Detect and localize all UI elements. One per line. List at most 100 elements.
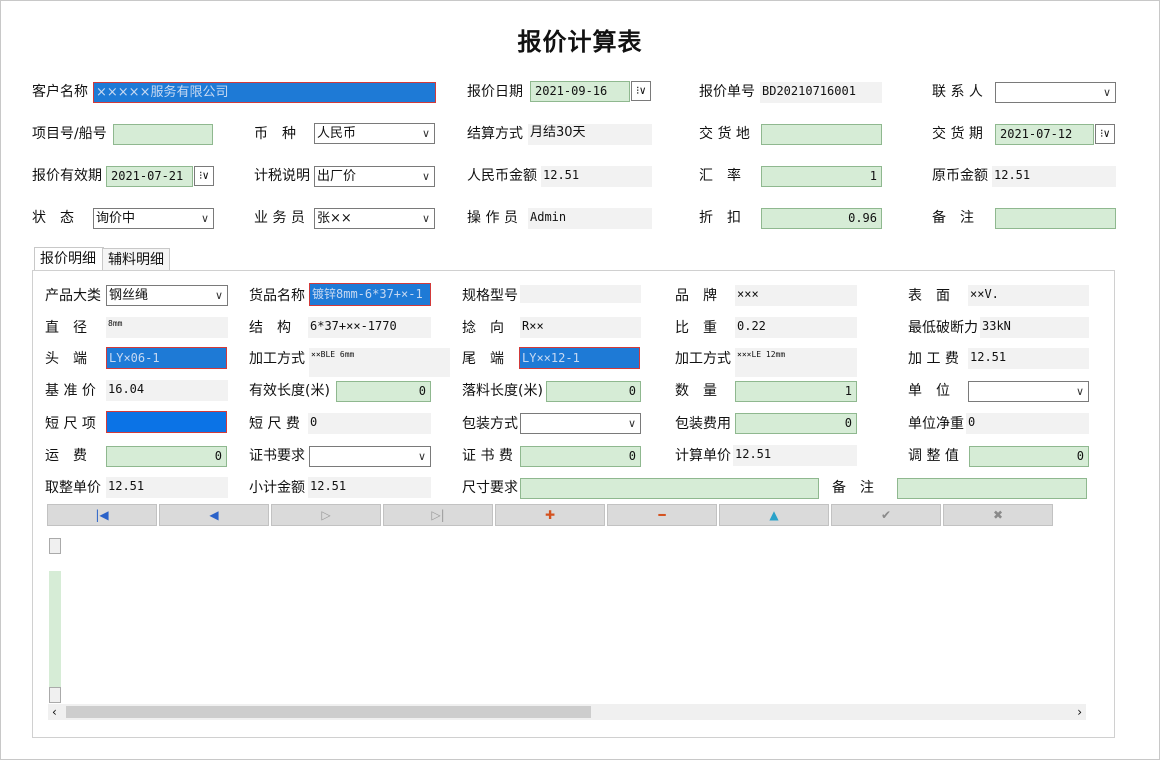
nav-last-button[interactable]: ▷| <box>383 504 493 526</box>
contact-select[interactable]: ∨ <box>995 82 1116 103</box>
rate-label: 汇 率 <box>699 168 741 184</box>
grid-row-indicator <box>49 571 61 687</box>
breaking-label: 最低破断力 <box>908 320 978 336</box>
nav-edit-button[interactable]: ▲ <box>719 504 829 526</box>
currency-label: 币 种 <box>254 126 296 142</box>
chevron-down-icon: ∨ <box>417 450 426 463</box>
surface-field: ××V. <box>968 285 1089 306</box>
subtotal-label: 小计金额 <box>249 480 305 496</box>
cut-len-input[interactable]: 0 <box>546 381 641 402</box>
date-dropdown-icon[interactable]: ⁝∨ <box>631 81 651 101</box>
short-fee-field: 0 <box>308 413 431 434</box>
cancel-x-icon: ✖ <box>992 508 1004 522</box>
project-input[interactable] <box>113 124 213 145</box>
sales-select[interactable]: 张×× ∨ <box>314 208 435 229</box>
size-req-input[interactable] <box>520 478 819 499</box>
date-dropdown-icon[interactable]: ⁝∨ <box>1095 124 1115 144</box>
status-label: 状 态 <box>32 210 74 226</box>
cert-req-label: 证书要求 <box>249 448 305 464</box>
tab-material-detail[interactable]: 辅料明细 <box>102 248 170 270</box>
customer-input[interactable]: ×××××服务有限公司 <box>93 82 436 103</box>
quote-date-label: 报价日期 <box>467 84 523 100</box>
short-item-input[interactable] <box>106 411 227 433</box>
scrollbar-thumb[interactable] <box>66 706 591 718</box>
chevron-down-icon: ∨ <box>421 212 430 225</box>
subtotal-field: 12.51 <box>308 477 431 498</box>
calc-price-label: 计算单价 <box>675 448 731 464</box>
status-select[interactable]: 询价中 ∨ <box>93 208 214 229</box>
plus-icon: ✚ <box>544 508 556 522</box>
head-input[interactable]: LY×06-1 <box>106 347 227 369</box>
goods-label: 货品名称 <box>249 288 305 304</box>
remark-label: 备 注 <box>932 210 974 226</box>
settle-label: 结算方式 <box>467 126 523 142</box>
nav-insert-button[interactable]: ✚ <box>495 504 605 526</box>
pack-fee-input[interactable]: 0 <box>735 413 857 434</box>
valid-date-input[interactable]: 2021-07-21 ⁝∨ <box>106 166 214 187</box>
nav-first-button[interactable]: |◀ <box>47 504 157 526</box>
nav-post-button[interactable]: ✔ <box>831 504 941 526</box>
delivery-date-input[interactable]: 2021-07-12 ⁝∨ <box>995 124 1115 145</box>
nav-cancel-button[interactable]: ✖ <box>943 504 1053 526</box>
orig-label: 原币金额 <box>932 168 988 184</box>
currency-select[interactable]: 人民币 ∨ <box>314 123 435 144</box>
last-record-icon: ▷| <box>431 508 445 522</box>
remark2-input[interactable] <box>897 478 1087 499</box>
delivery-place-input[interactable] <box>761 124 882 145</box>
next-record-icon: ▷ <box>321 508 331 522</box>
valid-date-value: 2021-07-21 <box>111 169 184 183</box>
spec-field <box>520 285 641 303</box>
process-fee-field: 12.51 <box>968 348 1089 369</box>
calc-price-field: 12.51 <box>733 445 857 466</box>
round-price-label: 取整单价 <box>45 480 101 496</box>
tab-quote-detail[interactable]: 报价明细 <box>34 247 104 271</box>
quote-date-input[interactable]: 2021-09-16 ⁝∨ <box>530 81 651 102</box>
brand-label: 品 牌 <box>675 288 717 304</box>
pack-select[interactable]: ∨ <box>520 413 641 434</box>
cert-fee-input[interactable]: 0 <box>520 446 641 467</box>
chevron-down-icon: ∨ <box>421 170 430 183</box>
cert-req-select[interactable]: ∨ <box>309 446 431 467</box>
tax-select[interactable]: 出厂价 ∨ <box>314 166 435 187</box>
rmb-label: 人民币金额 <box>467 168 537 184</box>
remark-input[interactable] <box>995 208 1116 229</box>
qty-input[interactable]: 1 <box>735 381 857 402</box>
check-icon: ✔ <box>880 508 892 522</box>
goods-input[interactable]: 镀锌8mm-6*37+×-1 <box>309 283 431 306</box>
valid-label: 报价有效期 <box>32 168 102 184</box>
weight-field: 0.22 <box>735 317 857 338</box>
category-select[interactable]: 钢丝绳 ∨ <box>106 285 228 306</box>
nav-prior-button[interactable]: ◀ <box>159 504 269 526</box>
process1-field: ××BLE 6mm <box>309 348 450 377</box>
cert-fee-label: 证 书 费 <box>462 448 513 464</box>
unit-select[interactable]: ∨ <box>968 381 1089 402</box>
settle-field: 月结30天 <box>528 124 652 145</box>
scroll-right-icon[interactable]: › <box>1077 704 1082 720</box>
delivery-date-value: 2021-07-12 <box>1000 127 1073 141</box>
quote-no-label: 报价单号 <box>699 84 755 100</box>
nav-delete-button[interactable]: ━ <box>607 504 717 526</box>
page-title: 报价计算表 <box>517 28 643 56</box>
horizontal-scrollbar[interactable]: ‹ › <box>48 704 1086 720</box>
tail-input[interactable]: LY××12-1 <box>519 347 640 369</box>
chevron-down-icon: ∨ <box>200 212 209 225</box>
rate-input[interactable]: 1 <box>761 166 882 187</box>
nav-next-button[interactable]: ▷ <box>271 504 381 526</box>
breaking-field: 33kN <box>980 317 1089 338</box>
freight-input[interactable]: 0 <box>106 446 227 467</box>
eff-len-input[interactable]: 0 <box>336 381 431 402</box>
date-dropdown-icon[interactable]: ⁝∨ <box>194 166 214 186</box>
rmb-field: 12.51 <box>541 166 652 187</box>
adjust-input[interactable]: 0 <box>969 446 1089 467</box>
process2-label: 加工方式 <box>675 351 731 367</box>
chevron-down-icon: ∨ <box>421 127 430 140</box>
tax-label: 计税说明 <box>254 168 310 184</box>
chevron-down-icon: ∨ <box>1102 86 1111 99</box>
discount-input[interactable]: 0.96 <box>761 208 882 229</box>
customer-label: 客户名称 <box>32 84 88 100</box>
operator-label: 操 作 员 <box>467 210 518 226</box>
base-price-field: 16.04 <box>106 380 228 401</box>
quote-no-field: BD20210716001 <box>760 82 882 103</box>
base-price-label: 基 准 价 <box>45 383 96 399</box>
scroll-left-icon[interactable]: ‹ <box>52 704 57 720</box>
